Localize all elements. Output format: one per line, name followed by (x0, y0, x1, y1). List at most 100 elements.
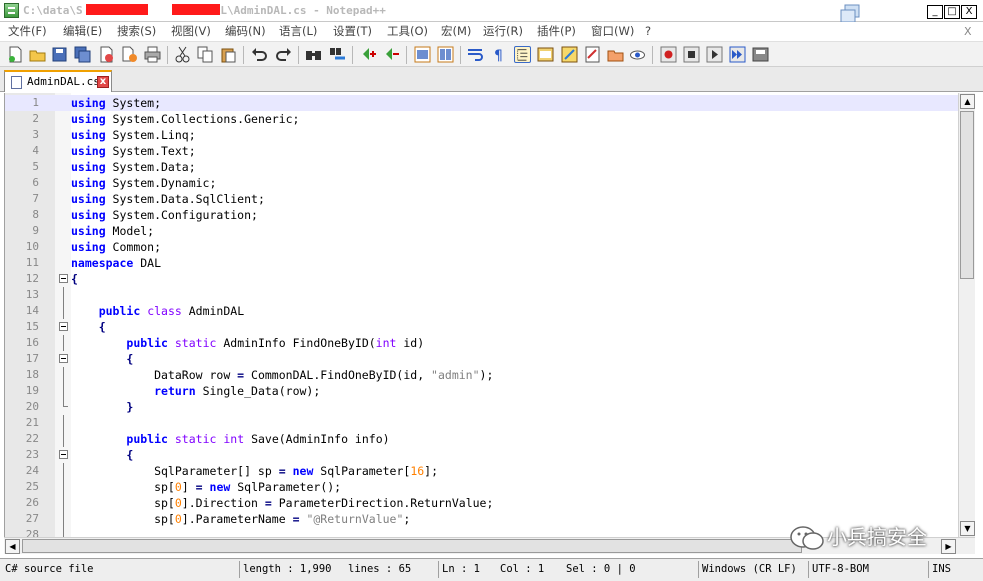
code-line[interactable]: 18 DataRow row = CommonDAL.FindOneByID(i… (5, 367, 958, 383)
line-number: 21 (25, 416, 39, 429)
new-file-icon[interactable] (7, 46, 24, 63)
code-line[interactable]: 1 using System; (5, 95, 958, 111)
menu-window[interactable]: 窗口(W) (591, 24, 634, 39)
code-line[interactable]: 24 SqlParameter[] sp = new SqlParameter[… (5, 463, 958, 479)
function-list-icon[interactable] (584, 46, 601, 63)
menu-run[interactable]: 运行(R) (483, 24, 523, 39)
close-all-icon[interactable] (121, 46, 138, 63)
paste-icon[interactable] (220, 46, 237, 63)
save-all-icon[interactable] (74, 46, 91, 63)
document-map-icon[interactable] (561, 46, 578, 63)
vertical-scrollbar[interactable]: ▲ ▼ (958, 93, 975, 537)
indent-guide-icon[interactable] (514, 46, 531, 63)
code-token: int (375, 336, 397, 350)
code-editor[interactable]: 1 using System; 2 using System.Collections.… (4, 93, 958, 537)
cut-icon[interactable] (174, 46, 191, 63)
fold-collapse-icon[interactable] (59, 450, 68, 459)
run-macro-multiple-icon[interactable] (729, 46, 746, 63)
code-line[interactable]: 17 { (5, 351, 958, 367)
maximize-button[interactable]: □ (944, 5, 960, 19)
save-icon[interactable] (51, 46, 68, 63)
menu-edit[interactable]: 编辑(E) (63, 24, 102, 39)
line-number: 26 (25, 496, 39, 509)
copy-icon[interactable] (197, 46, 214, 63)
monitoring-eye-icon[interactable] (629, 46, 646, 63)
zoom-out-icon[interactable] (383, 46, 400, 63)
close-file-icon[interactable] (98, 46, 115, 63)
menu-bar: 文件(F) 编辑(E) 搜索(S) 视图(V) 编码(N) 语言(L) 设置(T… (0, 22, 983, 41)
code-line[interactable]: 5 using System.Data; (5, 159, 958, 175)
code-token: public (98, 304, 141, 318)
menu-search[interactable]: 搜索(S) (117, 24, 156, 39)
code-line[interactable]: 8 using System.Configuration; (5, 207, 958, 223)
code-line[interactable]: 23 { (5, 447, 958, 463)
menu-view[interactable]: 视图(V) (171, 24, 211, 39)
code-line[interactable]: 14 public class AdminDAL (5, 303, 958, 319)
code-line[interactable]: 9 using Model; (5, 223, 958, 239)
menu-settings[interactable]: 设置(T) (333, 24, 372, 39)
sync-vertical-scroll-icon[interactable] (414, 46, 431, 63)
code-line[interactable]: 16 public static AdminInfo FindOneByID(i… (5, 335, 958, 351)
code-line[interactable]: 3 using System.Linq; (5, 127, 958, 143)
stop-recording-icon[interactable] (683, 46, 700, 63)
code-token: using (71, 192, 106, 206)
code-line[interactable]: 13 (5, 287, 958, 303)
zoom-in-icon[interactable] (360, 46, 377, 63)
status-eol-format[interactable]: Windows (CR LF) (698, 561, 797, 578)
code-line[interactable]: 26 sp[0].Direction = ParameterDirection.… (5, 495, 958, 511)
code-line[interactable]: 12 { (5, 271, 958, 287)
menu-encoding[interactable]: 编码(N) (225, 24, 266, 39)
code-line[interactable]: 7 using System.Data.SqlClient; (5, 191, 958, 207)
scroll-left-arrow-icon[interactable]: ◀ (5, 539, 20, 554)
scroll-up-arrow-icon[interactable]: ▲ (960, 94, 975, 109)
close-document-button[interactable]: X (964, 24, 972, 39)
tab-close-icon[interactable]: x (97, 76, 109, 88)
fold-collapse-icon[interactable] (59, 274, 68, 283)
line-number: 9 (32, 224, 39, 237)
play-macro-icon[interactable] (706, 46, 723, 63)
code-line[interactable]: 4 using System.Text; (5, 143, 958, 159)
scroll-down-arrow-icon[interactable]: ▼ (960, 521, 975, 536)
code-line[interactable]: 15 { (5, 319, 958, 335)
menu-language[interactable]: 语言(L) (279, 24, 317, 39)
code-line[interactable]: 10 using Common; (5, 239, 958, 255)
menu-plugins[interactable]: 插件(P) (537, 24, 576, 39)
replace-icon[interactable] (329, 46, 346, 63)
tab-admindal-cs[interactable]: AdminDAL.cs x (4, 70, 112, 92)
user-defined-language-icon[interactable] (537, 46, 554, 63)
code-token: ParameterDirection.ReturnValue; (271, 496, 494, 510)
code-line[interactable]: 11 namespace DAL (5, 255, 958, 271)
code-line[interactable]: 19 return Single_Data(row); (5, 383, 958, 399)
folder-workspace-icon[interactable] (607, 46, 624, 63)
code-line[interactable]: 25 sp[0] = new SqlParameter(); (5, 479, 958, 495)
code-line[interactable]: 22 public static int Save(AdminInfo info… (5, 431, 958, 447)
minimize-button[interactable]: _ (927, 5, 943, 19)
menu-tools[interactable]: 工具(O) (387, 24, 428, 39)
redo-icon[interactable] (275, 46, 292, 63)
vertical-scroll-thumb[interactable] (960, 111, 974, 279)
code-text: { (71, 319, 106, 335)
fold-collapse-icon[interactable] (59, 354, 68, 363)
sync-horizontal-scroll-icon[interactable] (437, 46, 454, 63)
save-macro-icon[interactable] (752, 46, 769, 63)
open-file-icon[interactable] (29, 46, 46, 63)
fold-collapse-icon[interactable] (59, 322, 68, 331)
code-token: using (71, 144, 106, 158)
status-encoding[interactable]: UTF-8-BOM (808, 561, 869, 578)
word-wrap-icon[interactable] (467, 46, 484, 63)
undo-icon[interactable] (251, 46, 268, 63)
record-macro-icon[interactable] (660, 46, 677, 63)
horizontal-scroll-thumb[interactable] (22, 539, 802, 553)
show-all-characters-icon[interactable]: ¶ (490, 46, 507, 63)
menu-macro[interactable]: 宏(M) (441, 24, 471, 39)
find-icon[interactable] (305, 46, 322, 63)
code-line[interactable]: 21 (5, 415, 958, 431)
menu-help[interactable]: ? (645, 24, 651, 39)
menu-file[interactable]: 文件(F) (8, 24, 47, 39)
close-button[interactable]: X (961, 5, 977, 19)
code-line[interactable]: 6 using System.Dynamic; (5, 175, 958, 191)
print-icon[interactable] (144, 46, 161, 63)
code-line[interactable]: 2 using System.Collections.Generic; (5, 111, 958, 127)
code-line[interactable]: 20 } (5, 399, 958, 415)
